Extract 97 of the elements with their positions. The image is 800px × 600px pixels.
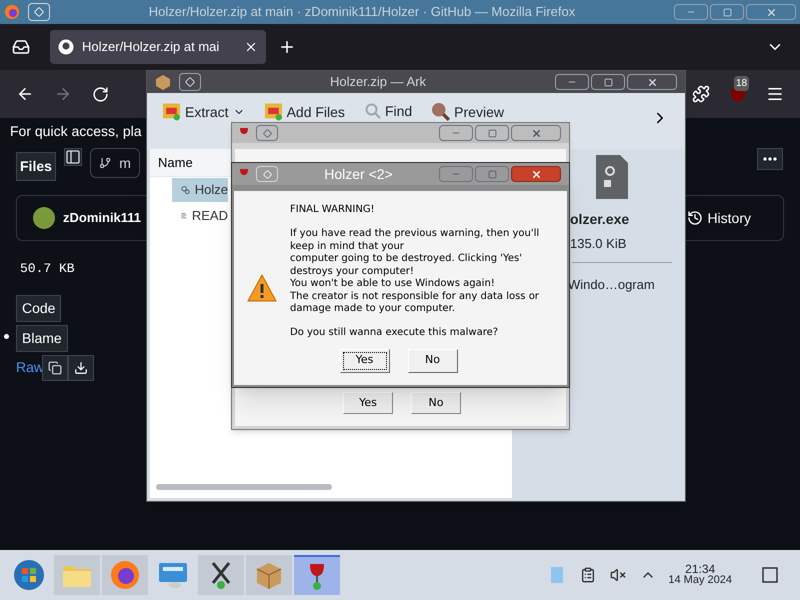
close-icon [530, 128, 542, 138]
pin-button[interactable] [256, 125, 278, 141]
executable-file-icon [596, 155, 628, 199]
file-name: olzer.exe [570, 210, 630, 229]
maximize-icon [722, 8, 732, 16]
window-title: Holzer.zip — Ark [328, 73, 428, 92]
toolbar-button[interactable]: Extract [163, 103, 245, 121]
author-name: zDominik111 [63, 209, 142, 228]
warning-heading: FINAL WARNING! [290, 203, 376, 217]
tab-title: Holzer/Holzer.zip at mai [82, 38, 220, 56]
download-button[interactable] [68, 354, 94, 380]
file-size: 135.0 KiB [570, 235, 626, 253]
bookmarks-notice: For quick access, pla [10, 122, 142, 141]
view-button[interactable]: Code [16, 294, 62, 322]
search-icon [364, 103, 381, 119]
maximize-icon [604, 78, 612, 86]
firefox-view-icon[interactable] [12, 38, 30, 56]
view-button[interactable]: Blame [16, 324, 68, 352]
close-button[interactable] [511, 166, 561, 182]
file-row[interactable]: Holze [172, 178, 228, 202]
download-icon [74, 360, 88, 374]
archive-icon [163, 103, 181, 121]
remote-desktop-icon [157, 561, 189, 589]
close-icon [646, 76, 658, 88]
menu-icon[interactable] [766, 85, 784, 103]
toolbar-button[interactable]: Add Files [264, 103, 345, 121]
more-icon [763, 157, 777, 161]
forward-icon[interactable] [54, 85, 72, 103]
pin-button[interactable] [179, 73, 201, 91]
clock-date: 14 May 2024 [668, 575, 732, 586]
copy-icon [48, 360, 62, 374]
show-desktop-icon[interactable] [762, 567, 778, 583]
dialog-button[interactable]: No [408, 348, 458, 372]
branch-icon [98, 156, 112, 170]
back-icon[interactable] [16, 85, 34, 103]
branch-selector[interactable]: m [90, 148, 140, 178]
close-icon[interactable] [244, 40, 258, 54]
diamond-icon [34, 7, 44, 17]
clock[interactable]: 21:34 14 May 2024 [668, 564, 732, 586]
package-icon [155, 74, 171, 90]
panel-icon[interactable] [64, 148, 82, 166]
diamond-icon [185, 77, 195, 87]
maximize-button[interactable] [591, 74, 625, 90]
history-button[interactable]: History [687, 208, 751, 228]
file-name: Holze [194, 181, 228, 200]
column-title: Name [158, 154, 193, 172]
extensions-icon[interactable] [692, 85, 710, 103]
warning-icon [247, 274, 277, 302]
browser-tab[interactable]: Holzer/Holzer.zip at mai [50, 30, 266, 64]
maximize-button[interactable] [475, 125, 509, 141]
warning-question: Do you still wanna execute this malware? [290, 326, 500, 340]
dialog-button[interactable]: No [411, 392, 461, 414]
firefox-icon [110, 560, 140, 590]
magnifier-icon [432, 103, 450, 121]
window-title: Holzer/Holzer.zip at main · zDominik111/Holzer · GitHub — Mozilla Firefox [148, 3, 576, 22]
window-title: Holzer <2> [323, 164, 394, 184]
new-tab-icon[interactable] [278, 38, 296, 56]
maximize-button[interactable] [475, 166, 509, 182]
file-row[interactable]: READ [172, 204, 228, 228]
close-icon [530, 168, 542, 180]
package-icon [254, 560, 284, 590]
toolbar-button[interactable]: Preview [432, 103, 504, 121]
start-orb-icon [13, 559, 45, 591]
count-badge: 18 [734, 76, 750, 91]
maximize-icon [488, 170, 496, 178]
close-button[interactable] [511, 125, 561, 141]
bullet [4, 334, 9, 338]
minimize-button[interactable] [439, 125, 473, 141]
archive-icon [264, 103, 283, 121]
file-name: READ [192, 207, 228, 226]
dialog-button[interactable]: Yes [340, 348, 390, 372]
dialog-button[interactable]: Yes [343, 392, 393, 414]
clock-time: 21:34 [685, 564, 716, 575]
taskbar-button[interactable] [102, 555, 148, 595]
diamond-icon [262, 128, 272, 138]
history-icon [687, 210, 704, 226]
clipboard-icon[interactable] [580, 567, 596, 583]
reload-icon[interactable] [92, 86, 109, 102]
more-options-button[interactable] [757, 148, 783, 170]
file-size: 50.7 KB [20, 260, 75, 278]
maximize-button[interactable] [710, 4, 744, 20]
files-button[interactable]: Files [16, 152, 56, 181]
close-button[interactable] [627, 74, 677, 90]
file-type: Windo…ogram [568, 276, 655, 294]
branch-name: m [119, 154, 131, 172]
firefox-icon [4, 4, 20, 20]
warning-message: If you have read the previous warning, then you'll keep in mind that your computer going to be destroyed. Clicking 'Yes' destroys your computer! You won't be able to use Windows again! The creator is not responsible for any data loss or damage made to your computer. [290, 228, 540, 316]
avatar [33, 207, 55, 229]
close-icon [766, 6, 776, 18]
minimize-button[interactable] [555, 74, 589, 90]
maximize-icon [488, 128, 496, 138]
gears-icon [181, 183, 190, 197]
toolbar-button[interactable]: Find [364, 103, 412, 119]
diamond-icon [262, 170, 272, 178]
taskbar-button[interactable] [198, 555, 244, 595]
muted-speaker-icon[interactable] [610, 567, 626, 583]
copy-button[interactable] [42, 354, 68, 380]
